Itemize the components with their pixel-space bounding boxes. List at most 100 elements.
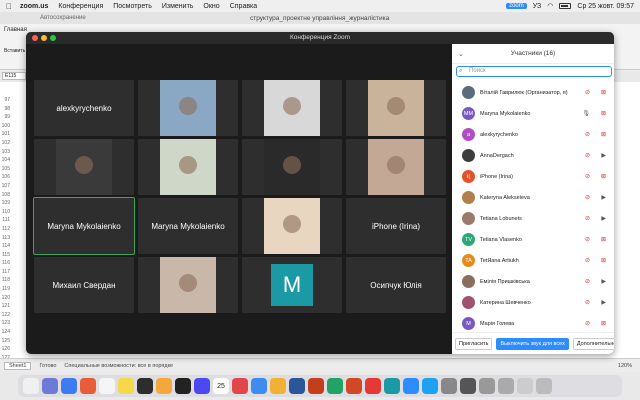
microphone-muted-icon[interactable]: ⊘ bbox=[585, 152, 590, 159]
menu-item-help[interactable]: Справка bbox=[230, 3, 257, 10]
dock-app-icon[interactable] bbox=[308, 378, 324, 394]
video-tile[interactable] bbox=[346, 139, 446, 195]
dock-app-icon[interactable] bbox=[80, 378, 96, 394]
keyboard-layout-indicator[interactable]: УЗ bbox=[533, 3, 542, 10]
dock-app-icon[interactable] bbox=[42, 378, 58, 394]
dock-app-icon[interactable] bbox=[384, 378, 400, 394]
camera-off-icon[interactable]: ⊠ bbox=[601, 110, 606, 117]
dock-app-icon[interactable] bbox=[346, 378, 362, 394]
dock-app-icon[interactable] bbox=[156, 378, 172, 394]
tab-home[interactable]: Главная bbox=[4, 27, 27, 33]
camera-icon[interactable]: ▶ bbox=[601, 299, 606, 306]
dock-app-icon[interactable] bbox=[118, 378, 134, 394]
row-number[interactable]: 113 bbox=[0, 234, 10, 243]
participant-row[interactable]: Катерина Шевченко ⊘ ▶ bbox=[452, 292, 614, 313]
dock-app-icon[interactable] bbox=[498, 378, 514, 394]
video-tile[interactable]: Михаил Свердан bbox=[34, 257, 134, 313]
video-tile[interactable]: alexkyrychenko bbox=[34, 80, 134, 136]
zoom-percent[interactable]: 120% bbox=[618, 363, 632, 369]
microphone-muted-icon[interactable]: ⊘ bbox=[585, 236, 590, 243]
participant-row[interactable]: Kateryna Alekseieva ⊘ ▶ bbox=[452, 187, 614, 208]
microphone-icon[interactable]: 🎙 bbox=[582, 110, 590, 117]
camera-icon[interactable]: ▶ bbox=[601, 194, 606, 201]
dock-app-icon[interactable] bbox=[327, 378, 343, 394]
row-number[interactable]: 115 bbox=[0, 251, 10, 260]
maximize-window-button[interactable] bbox=[50, 35, 56, 41]
invite-button[interactable]: Пригласить bbox=[455, 337, 493, 350]
microphone-muted-icon[interactable]: ⊘ bbox=[585, 89, 590, 96]
participant-row[interactable]: TA TetЯana Artiukh ⊘ ⊠ bbox=[452, 250, 614, 271]
video-tile[interactable]: Maryna Mykolaienko bbox=[33, 197, 135, 255]
camera-off-icon[interactable]: ⊠ bbox=[601, 320, 606, 327]
dock-app-icon[interactable] bbox=[289, 378, 305, 394]
dock-app-icon[interactable] bbox=[441, 378, 457, 394]
video-tile[interactable]: Осипчук Юлія bbox=[346, 257, 446, 313]
participant-row[interactable]: TV Tetiana Vlasenko ⊘ ⊠ bbox=[452, 229, 614, 250]
dock-app-icon[interactable] bbox=[232, 378, 248, 394]
video-tile[interactable] bbox=[242, 139, 342, 195]
row-number[interactable]: 116 bbox=[0, 259, 10, 268]
microphone-muted-icon[interactable]: ⊘ bbox=[585, 278, 590, 285]
sheet-tab[interactable]: Sheet1 bbox=[4, 361, 32, 370]
participant-row[interactable]: AnnaDergach ⊘ ▶ bbox=[452, 145, 614, 166]
camera-icon[interactable]: ▶ bbox=[601, 215, 606, 222]
camera-icon[interactable]: ▶ bbox=[601, 278, 606, 285]
row-number[interactable]: 102 bbox=[0, 139, 10, 148]
participant-row[interactable]: Tetiana Lobunets ⊘ ▶ bbox=[452, 208, 614, 229]
dock-app-icon[interactable] bbox=[536, 378, 552, 394]
row-number[interactable]: 125 bbox=[0, 337, 10, 346]
chevron-down-icon[interactable]: ⌄ bbox=[458, 50, 464, 58]
video-tile[interactable] bbox=[242, 80, 342, 136]
menu-app-name[interactable]: zoom.us bbox=[20, 3, 48, 10]
row-number[interactable]: 117 bbox=[0, 268, 10, 277]
participant-row[interactable]: Віталій Гаврилюк (Организатор, я) ⊘ ⊠ bbox=[452, 82, 614, 103]
camera-off-icon[interactable]: ⊠ bbox=[601, 257, 606, 264]
name-box[interactable]: E115 bbox=[2, 72, 26, 80]
video-tile[interactable] bbox=[34, 139, 134, 195]
dock-app-icon[interactable] bbox=[251, 378, 267, 394]
more-button[interactable]: Дополнительно bbox=[572, 337, 614, 350]
participant-row[interactable]: Емілія Пришківська ⊘ ▶ bbox=[452, 271, 614, 292]
microphone-muted-icon[interactable]: ⊘ bbox=[585, 320, 590, 327]
row-number[interactable]: 119 bbox=[0, 285, 10, 294]
dock-app-icon[interactable] bbox=[175, 378, 191, 394]
camera-icon[interactable]: ▶ bbox=[601, 152, 606, 159]
dock-app-icon[interactable] bbox=[137, 378, 153, 394]
menu-item-conference[interactable]: Конференция bbox=[58, 3, 103, 10]
row-number[interactable]: 114 bbox=[0, 242, 10, 251]
row-number[interactable]: 123 bbox=[0, 319, 10, 328]
video-tile[interactable] bbox=[242, 198, 342, 254]
participant-search-input[interactable]: ⌕ Поиск bbox=[456, 66, 612, 77]
dock-app-icon[interactable] bbox=[479, 378, 495, 394]
row-number[interactable]: 107 bbox=[0, 182, 10, 191]
row-number[interactable]: 105 bbox=[0, 165, 10, 174]
participant-row[interactable]: M Марія Голева ⊘ ⊠ bbox=[452, 313, 614, 332]
video-tile[interactable]: iPhone (Irina) bbox=[346, 198, 446, 254]
dock-app-icon[interactable] bbox=[460, 378, 476, 394]
row-number[interactable]: 124 bbox=[0, 328, 10, 337]
row-number[interactable]: 122 bbox=[0, 311, 10, 320]
row-number[interactable]: 100 bbox=[0, 122, 10, 131]
zoom-status-icon[interactable]: zoom bbox=[506, 3, 527, 9]
row-number[interactable]: 112 bbox=[0, 225, 10, 234]
apple-icon[interactable]:  bbox=[6, 2, 12, 11]
camera-off-icon[interactable]: ⊠ bbox=[601, 173, 606, 180]
participant-row[interactable]: MM Maryna Mykolaienko 🎙 ⊠ bbox=[452, 103, 614, 124]
microphone-muted-icon[interactable]: ⊘ bbox=[585, 299, 590, 306]
dock-app-icon[interactable] bbox=[194, 378, 210, 394]
row-number[interactable]: 106 bbox=[0, 173, 10, 182]
row-number[interactable]: 126 bbox=[0, 345, 10, 354]
dock-app-icon[interactable] bbox=[61, 378, 77, 394]
row-number[interactable]: 97 bbox=[0, 96, 10, 105]
dock-app-icon[interactable] bbox=[99, 378, 115, 394]
video-tile[interactable] bbox=[138, 139, 238, 195]
row-number[interactable]: 101 bbox=[0, 130, 10, 139]
dock-app-icon[interactable] bbox=[23, 378, 39, 394]
camera-off-icon[interactable]: ⊠ bbox=[601, 131, 606, 138]
accessibility-status[interactable]: Специальные возможности: все в порядке bbox=[64, 363, 173, 369]
battery-icon[interactable] bbox=[559, 3, 572, 9]
minimize-window-button[interactable] bbox=[41, 35, 47, 41]
row-number[interactable]: 99 bbox=[0, 113, 10, 122]
dock-app-icon[interactable] bbox=[270, 378, 286, 394]
row-number[interactable]: 110 bbox=[0, 208, 10, 217]
